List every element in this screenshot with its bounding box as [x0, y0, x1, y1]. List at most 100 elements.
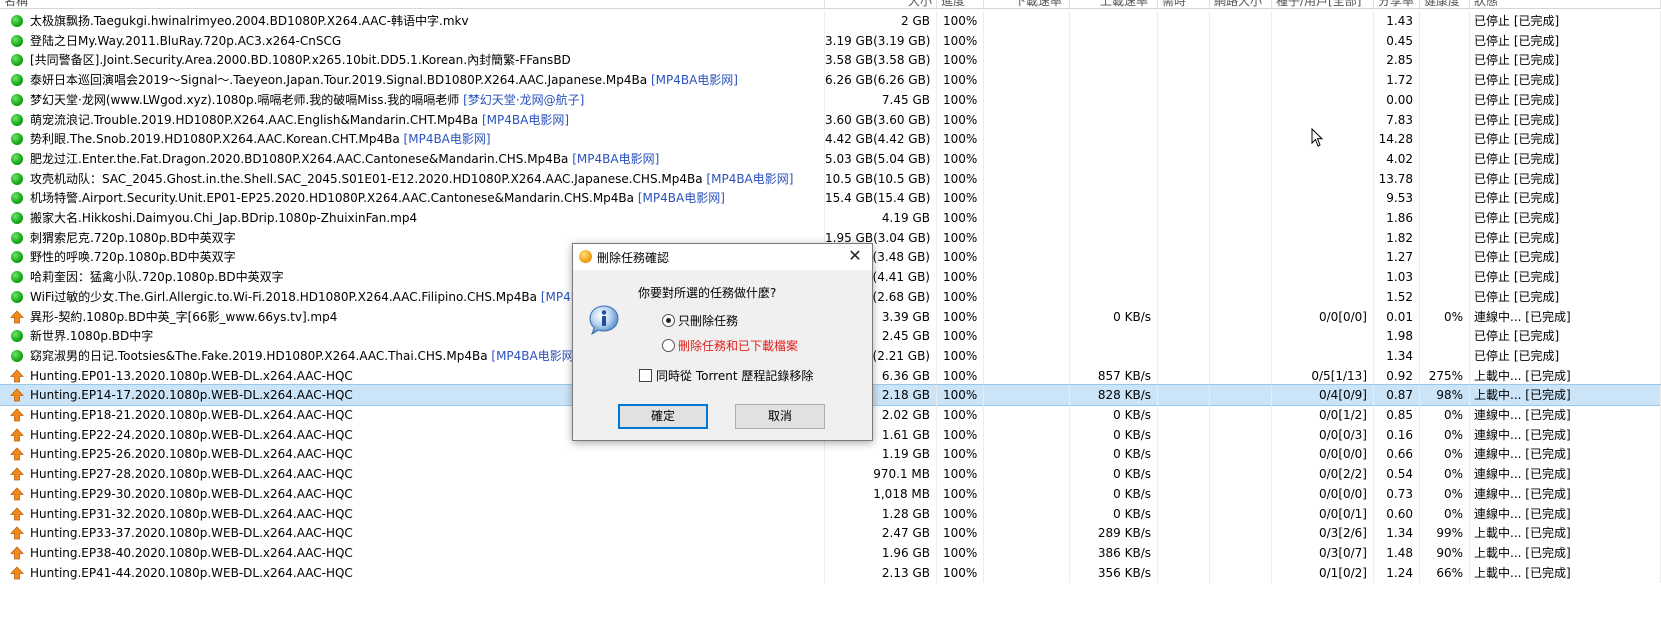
- table-row[interactable]: Hunting.EP33-37.2020.1080p.WEB-DL.x264.A…: [0, 523, 1661, 544]
- cell-status: 已停止 [已完成]: [1470, 286, 1661, 307]
- cell-size: 1.28 GB: [825, 503, 937, 524]
- column-header-down-speed[interactable]: 下載速率: [984, 0, 1070, 8]
- column-header-peers[interactable]: 種子/用戶[全部]: [1272, 0, 1374, 8]
- cell-size: 15.4 GB(15.4 GB): [825, 188, 937, 209]
- radio-button-selected[interactable]: [662, 314, 675, 327]
- column-header-availability[interactable]: 健康度: [1420, 0, 1470, 8]
- cell-eta: [1158, 503, 1210, 524]
- cell-name: 势利眼.The.Snob.2019.HD1080P.X264.AAC.Korea…: [0, 129, 825, 150]
- column-header-downloaded[interactable]: 網路大小: [1210, 0, 1272, 8]
- table-row[interactable]: [共同警备区].Joint.Security.Area.2000.BD.1080…: [0, 50, 1661, 71]
- cell-name: Hunting.EP25-26.2020.1080p.WEB-DL.x264.A…: [0, 444, 825, 465]
- cell-down-speed: [984, 365, 1070, 386]
- cell-status: 連線中... [已完成]: [1470, 405, 1661, 425]
- cell-name: Hunting.EP27-28.2020.1080p.WEB-DL.x264.A…: [0, 464, 825, 485]
- cell-ratio: 7.83: [1374, 109, 1420, 130]
- cell-down-speed: [984, 208, 1070, 228]
- cell-peers: 0/0[0/0]: [1272, 306, 1374, 327]
- radio-delete-task-only[interactable]: 只刪除任務: [662, 313, 738, 329]
- cell-progress: 100%: [937, 109, 984, 130]
- close-icon[interactable]: ✕: [846, 246, 864, 266]
- column-header-status[interactable]: 狀態: [1470, 0, 1661, 8]
- dialog-question: 你要對所選的任務做什麼?: [638, 286, 777, 300]
- cell-size: 6.26 GB(6.26 GB): [825, 70, 937, 91]
- table-row[interactable]: Hunting.EP29-30.2020.1080p.WEB-DL.x264.A…: [0, 483, 1661, 504]
- cell-progress: 100%: [937, 11, 984, 31]
- table-row[interactable]: 势利眼.The.Snob.2019.HD1080P.X264.AAC.Korea…: [0, 129, 1661, 150]
- cell-down-speed: [984, 345, 1070, 366]
- cell-progress: 100%: [937, 129, 984, 150]
- cell-name: 攻壳机动队：SAC_2045.Ghost.in.the.Shell.SAC_20…: [0, 168, 825, 189]
- remove-from-history-checkbox[interactable]: 同時從 Torrent 歷程記錄移除: [639, 368, 813, 384]
- cell-availability: 0%: [1420, 405, 1470, 425]
- ok-button[interactable]: 確定: [618, 404, 708, 429]
- dialog-title-bar[interactable]: 刪除任務確認 ✕: [573, 244, 872, 270]
- radio-button[interactable]: [662, 339, 675, 352]
- cell-availability: 66%: [1420, 562, 1470, 583]
- column-header-ratio[interactable]: 分享率: [1374, 0, 1420, 8]
- cell-progress: 100%: [937, 326, 984, 347]
- cell-downloaded: [1210, 247, 1272, 268]
- app-icon: [579, 250, 592, 263]
- table-row[interactable]: 肥龙过江.Enter.the.Fat.Dragon.2020.BD1080P.X…: [0, 148, 1661, 169]
- cell-peers: [1272, 11, 1374, 31]
- cell-downloaded: [1210, 365, 1272, 386]
- column-header-progress[interactable]: 進度: [937, 0, 984, 8]
- cell-name: Hunting.EP33-37.2020.1080p.WEB-DL.x264.A…: [0, 523, 825, 544]
- column-header-name[interactable]: 名稱: [0, 0, 825, 8]
- cell-ratio: 0.85: [1374, 405, 1420, 425]
- table-row[interactable]: 泰妍日本巡回演唱会2019～Signal～.Taeyeon.Japan.Tour…: [0, 70, 1661, 91]
- cell-name: 梦幻天堂·龙网(www.LWgod.xyz).1080p.嗝嗝老师.我的破嗝Mi…: [0, 89, 825, 110]
- cell-name: Hunting.EP38-40.2020.1080p.WEB-DL.x264.A…: [0, 542, 825, 563]
- cell-status: 上載中... [已完成]: [1470, 385, 1661, 406]
- cell-progress: 100%: [937, 247, 984, 268]
- cell-downloaded: [1210, 70, 1272, 91]
- cell-progress: 100%: [937, 405, 984, 425]
- table-row[interactable]: 机场特警.Airport.Security.Unit.EP01-EP25.202…: [0, 188, 1661, 209]
- table-row[interactable]: Hunting.EP25-26.2020.1080p.WEB-DL.x264.A…: [0, 444, 1661, 465]
- cell-peers: 0/0[0/3]: [1272, 424, 1374, 445]
- checkbox-box[interactable]: [639, 369, 652, 382]
- checkbox-label: 同時從 Torrent 歷程記錄移除: [656, 369, 814, 383]
- cell-availability: [1420, 247, 1470, 268]
- table-row[interactable]: 太极旗飘扬.Taegukgi.hwinalrimyeo.2004.BD1080P…: [0, 11, 1661, 31]
- table-row[interactable]: Hunting.EP38-40.2020.1080p.WEB-DL.x264.A…: [0, 542, 1661, 563]
- table-row[interactable]: 登陆之日My.Way.2011.BluRay.720p.AC3.x264-CnS…: [0, 30, 1661, 51]
- cell-downloaded: [1210, 188, 1272, 209]
- table-row[interactable]: Hunting.EP27-28.2020.1080p.WEB-DL.x264.A…: [0, 464, 1661, 485]
- cell-status: 上載中... [已完成]: [1470, 562, 1661, 583]
- cell-downloaded: [1210, 208, 1272, 228]
- cell-eta: [1158, 306, 1210, 327]
- column-header-size[interactable]: 大小: [825, 0, 937, 8]
- torrent-name: 势利眼.The.Snob.2019.HD1080P.X264.AAC.Korea…: [30, 132, 400, 147]
- cell-downloaded: [1210, 227, 1272, 248]
- column-header-row: 名稱 大小 進度 下載速率 上載速率 需時 網路大小 種子/用戶[全部] 分享率…: [0, 0, 1661, 9]
- cell-progress: 100%: [937, 365, 984, 386]
- radio-delete-task-and-files[interactable]: 刪除任務和已下載檔案: [662, 338, 798, 354]
- cell-availability: [1420, 188, 1470, 209]
- cell-progress: 100%: [937, 503, 984, 524]
- cell-down-speed: [984, 129, 1070, 150]
- cell-progress: 100%: [937, 385, 984, 406]
- cell-availability: [1420, 168, 1470, 189]
- cell-down-speed: [984, 148, 1070, 169]
- table-row[interactable]: 攻壳机动队：SAC_2045.Ghost.in.the.Shell.SAC_20…: [0, 168, 1661, 189]
- cell-up-speed: [1070, 129, 1158, 150]
- cell-ratio: 0.54: [1374, 464, 1420, 485]
- cell-progress: 100%: [937, 483, 984, 504]
- cell-status: 已停止 [已完成]: [1470, 227, 1661, 248]
- cell-up-speed: 386 KB/s: [1070, 542, 1158, 563]
- table-row[interactable]: Hunting.EP41-44.2020.1080p.WEB-DL.x264.A…: [0, 562, 1661, 583]
- torrent-name: Hunting.EP18-21.2020.1080p.WEB-DL.x264.A…: [30, 408, 353, 422]
- table-row[interactable]: 搬家大名.Hikkoshi.Daimyou.Chi_Jap.BDrip.1080…: [0, 208, 1661, 228]
- cell-status: 連線中... [已完成]: [1470, 424, 1661, 445]
- table-row[interactable]: 梦幻天堂·龙网(www.LWgod.xyz).1080p.嗝嗝老师.我的破嗝Mi…: [0, 89, 1661, 110]
- cell-up-speed: [1070, 70, 1158, 91]
- table-row[interactable]: Hunting.EP31-32.2020.1080p.WEB-DL.x264.A…: [0, 503, 1661, 524]
- column-header-eta[interactable]: 需時: [1158, 0, 1210, 8]
- cell-progress: 100%: [937, 267, 984, 288]
- cancel-button[interactable]: 取消: [735, 404, 825, 429]
- column-header-up-speed[interactable]: 上載速率: [1070, 0, 1158, 8]
- table-row[interactable]: 萌宠流浪记.Trouble.2019.HD1080P.X264.AAC.Engl…: [0, 109, 1661, 130]
- torrent-name: 登陆之日My.Way.2011.BluRay.720p.AC3.x264-CnS…: [30, 33, 342, 48]
